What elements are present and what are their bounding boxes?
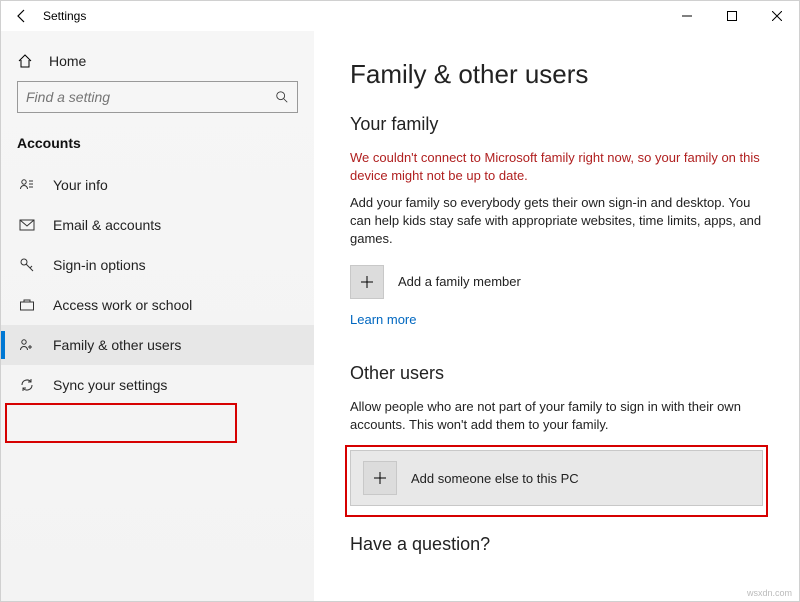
section-header: Accounts — [17, 135, 298, 151]
home-nav[interactable]: Home — [17, 45, 298, 81]
plus-icon — [373, 471, 387, 485]
sidebar: Home Accounts Your info Email & accounts — [1, 31, 314, 601]
home-label: Home — [49, 53, 86, 69]
maximize-icon — [727, 11, 737, 21]
sidebar-item-sync[interactable]: Sync your settings — [1, 365, 314, 405]
people-icon — [19, 337, 35, 353]
settings-window: Settings Home Accounts You — [0, 0, 800, 602]
learn-more-link[interactable]: Learn more — [350, 312, 416, 327]
sidebar-item-family[interactable]: Family & other users — [1, 325, 314, 365]
question-heading: Have a question? — [350, 534, 763, 555]
add-family-button[interactable]: Add a family member — [350, 265, 763, 299]
back-arrow-icon — [14, 8, 30, 24]
add-other-user-button[interactable]: Add someone else to this PC — [350, 450, 763, 506]
plus-icon — [360, 275, 374, 289]
minimize-button[interactable] — [664, 1, 709, 31]
plus-button[interactable] — [350, 265, 384, 299]
search-icon — [275, 90, 289, 104]
plus-button[interactable] — [363, 461, 397, 495]
add-other-label: Add someone else to this PC — [411, 471, 579, 486]
sidebar-item-work-school[interactable]: Access work or school — [1, 285, 314, 325]
home-icon — [17, 53, 33, 69]
sidebar-item-signin[interactable]: Sign-in options — [1, 245, 314, 285]
family-error-text: We couldn't connect to Microsoft family … — [350, 149, 763, 184]
sidebar-item-label: Sign-in options — [53, 257, 146, 273]
sidebar-item-label: Family & other users — [53, 337, 181, 353]
key-icon — [19, 257, 35, 273]
close-icon — [772, 11, 782, 21]
mail-icon — [19, 217, 35, 233]
family-heading: Your family — [350, 114, 763, 135]
back-button[interactable] — [5, 1, 39, 31]
minimize-icon — [682, 11, 692, 21]
sidebar-item-email[interactable]: Email & accounts — [1, 205, 314, 245]
search-box[interactable] — [17, 81, 298, 113]
main-panel: Family & other users Your family We coul… — [314, 31, 799, 601]
other-users-body: Allow people who are not part of your fa… — [350, 398, 763, 434]
page-title: Family & other users — [350, 59, 763, 90]
family-body-text: Add your family so everybody gets their … — [350, 194, 763, 249]
sidebar-item-label: Email & accounts — [53, 217, 161, 233]
sidebar-item-label: Sync your settings — [53, 377, 167, 393]
sidebar-item-your-info[interactable]: Your info — [1, 165, 314, 205]
add-family-label: Add a family member — [398, 274, 521, 289]
sidebar-item-label: Access work or school — [53, 297, 192, 313]
sidebar-item-label: Your info — [53, 177, 108, 193]
person-badge-icon — [19, 177, 35, 193]
titlebar: Settings — [1, 1, 799, 31]
other-users-heading: Other users — [350, 363, 763, 384]
window-title: Settings — [39, 9, 86, 23]
sync-icon — [19, 377, 35, 393]
maximize-button[interactable] — [709, 1, 754, 31]
watermark: wsxdn.com — [747, 588, 792, 598]
close-button[interactable] — [754, 1, 799, 31]
briefcase-icon — [19, 297, 35, 313]
annotation-box — [5, 403, 237, 443]
search-input[interactable] — [26, 89, 275, 105]
